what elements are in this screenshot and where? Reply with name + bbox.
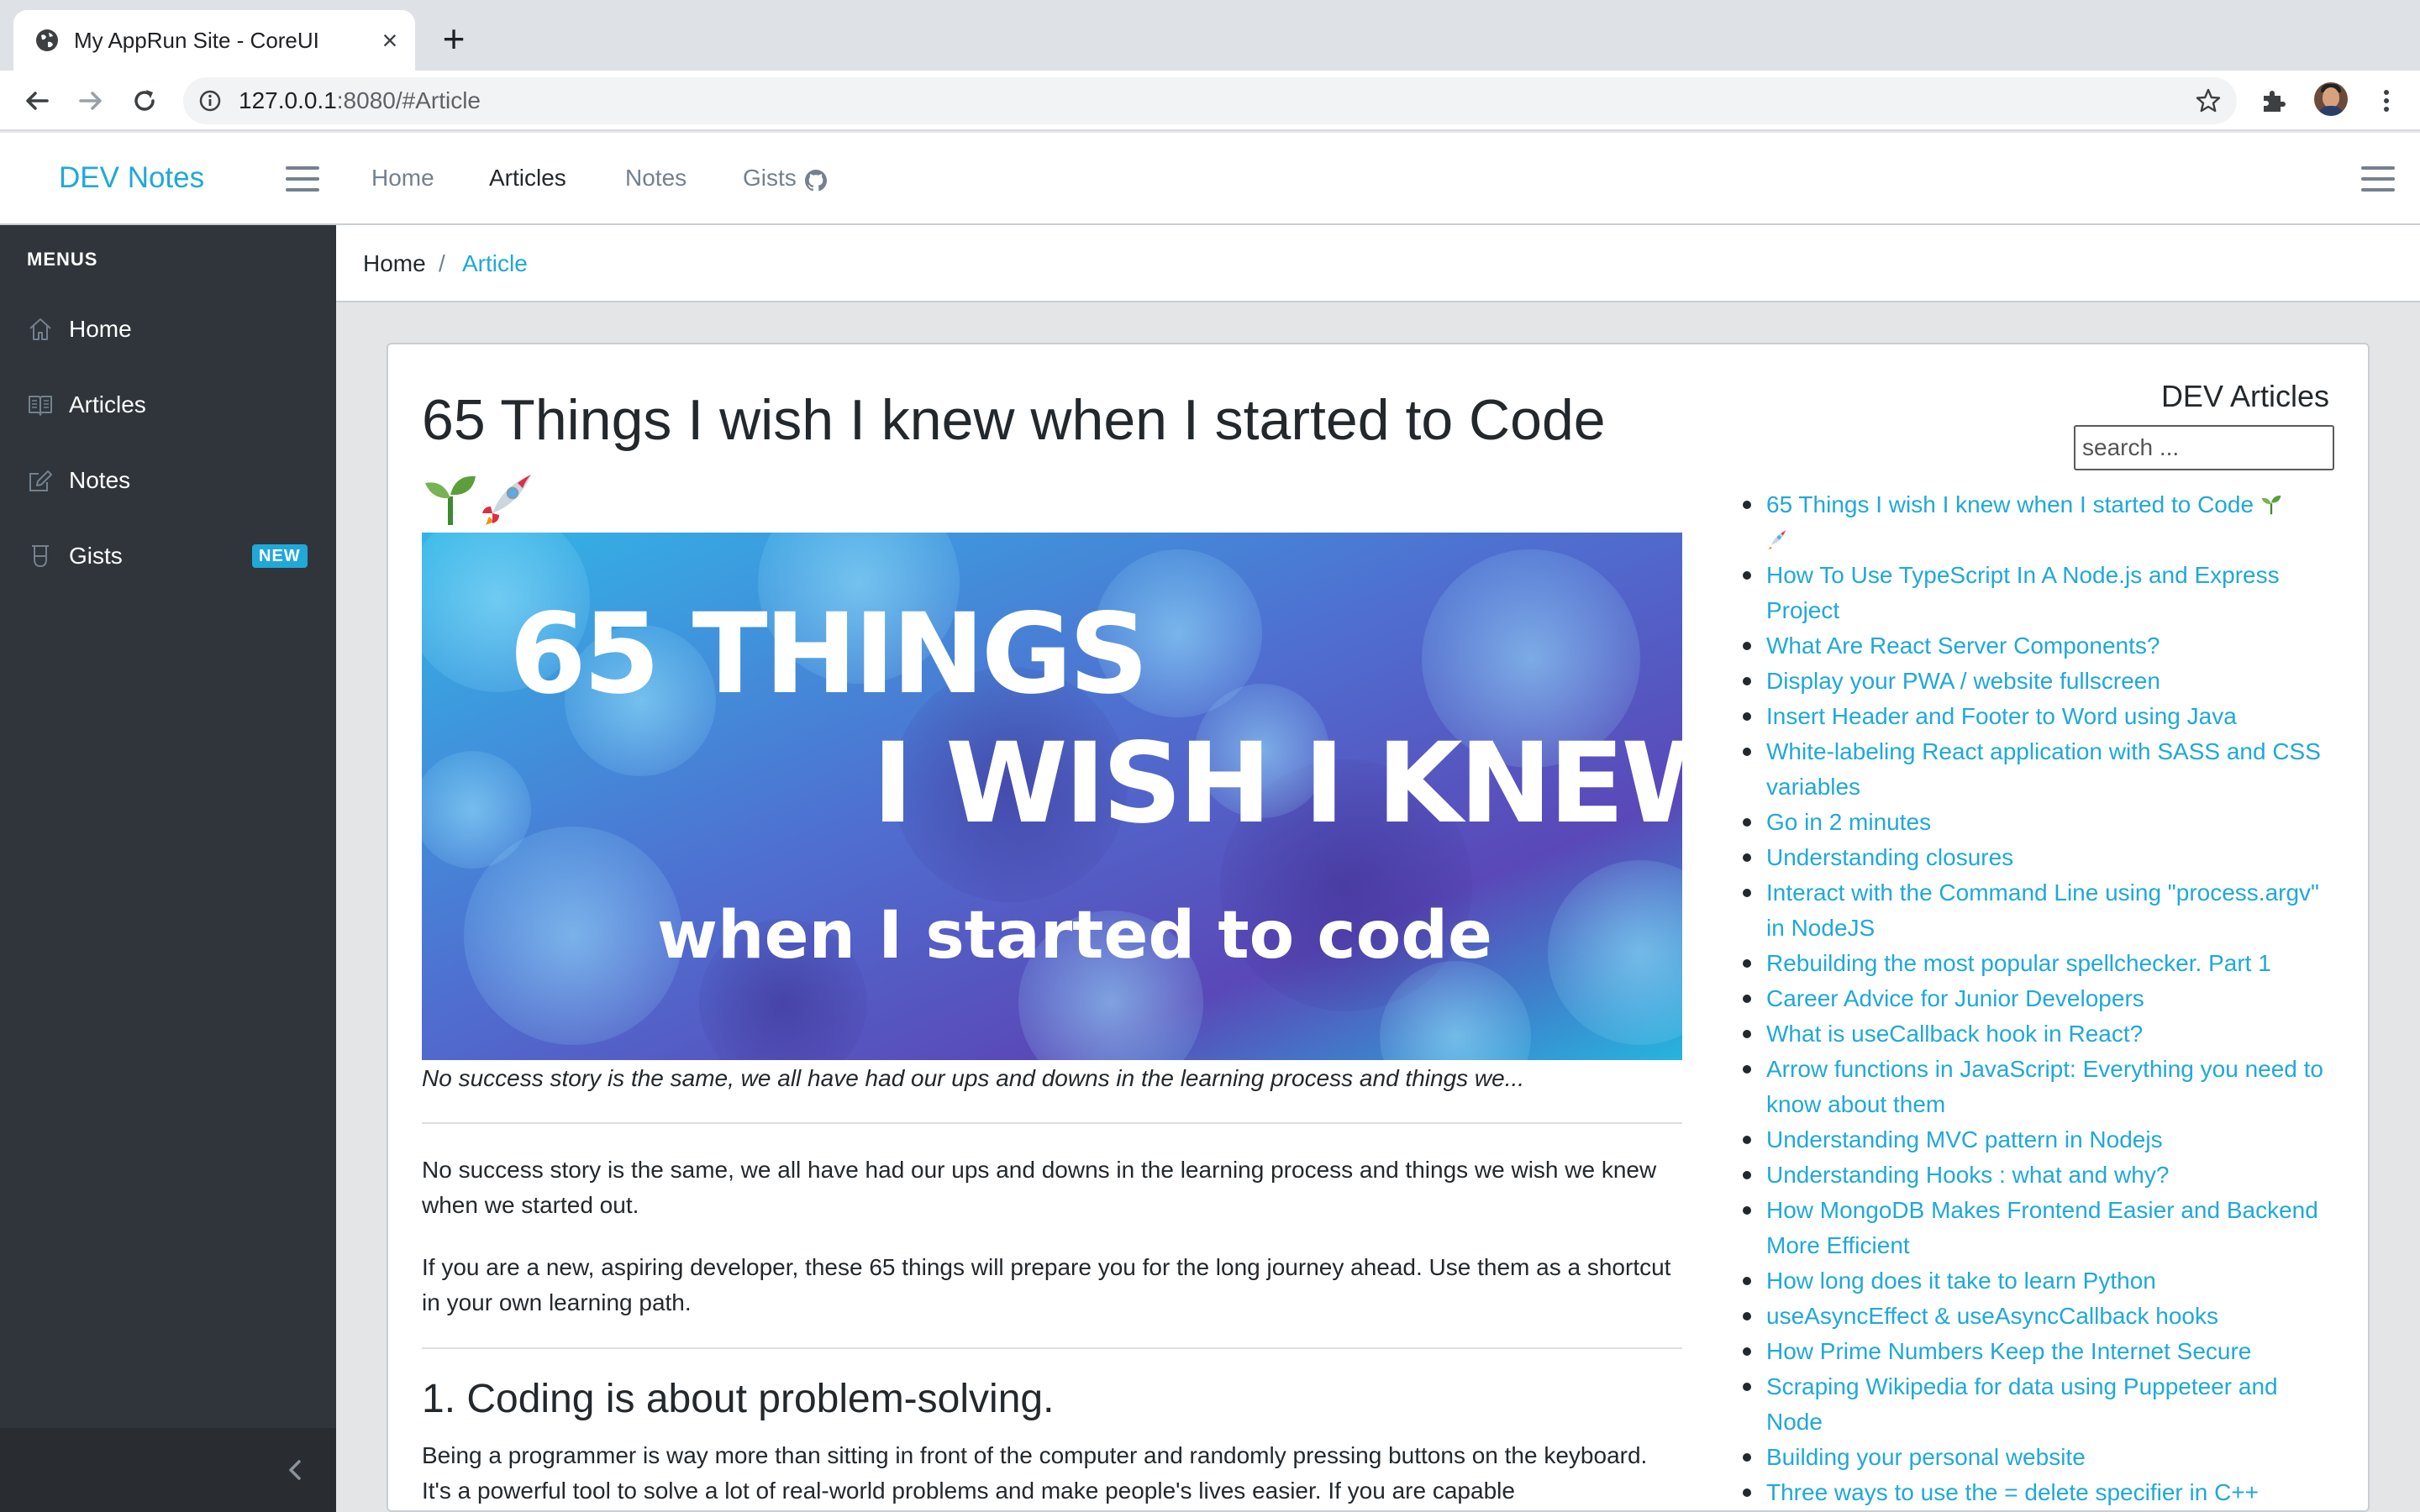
hero-line1: 65 THINGS [509,590,1145,719]
nav-gists[interactable]: Gists [743,163,797,193]
bookmark-star-icon[interactable] [2195,87,2222,114]
article-link[interactable]: Three ways to use the = delete specifier… [1734,1475,2339,1510]
image-caption: No success story is the same, we all hav… [422,1065,1525,1091]
article-link[interactable]: Understanding closures [1734,840,2339,875]
section-heading: 1. Coding is about problem-solving. [422,1377,1055,1421]
breadcrumb-separator: / [439,250,445,276]
sidebar-item-label: Gists [69,543,123,569]
nav-articles[interactable]: Articles [489,163,566,193]
breadcrumb: Home / Article [336,225,2420,302]
new-badge: NEW [252,544,308,568]
article-link[interactable]: How long does it take to learn Python [1734,1263,2339,1299]
article-link[interactable]: useAsyncEffect & useAsyncCallback hooks [1734,1299,2339,1334]
article-link[interactable]: Rebuilding the most popular spellchecker… [1734,946,2339,981]
globe-icon [36,29,58,51]
sidebar-item-label: Articles [69,391,146,417]
sidebar-item-label: Home [69,316,132,342]
sidebar-item-notes[interactable]: Notes [0,447,336,514]
article-link[interactable]: 65 Things I wish I knew when I started t… [1734,487,2339,558]
brand-logo[interactable]: DEV Notes [59,160,204,197]
reload-icon[interactable] [129,86,160,116]
browser-tab[interactable]: My AppRun Site - CoreUI × [13,10,415,71]
article-link[interactable]: Insert Header and Footer to Word using J… [1734,699,2339,734]
sidebar-item-gists[interactable]: Gists NEW [0,522,336,590]
github-icon [805,170,827,192]
sidebar-minimizer[interactable] [0,1428,336,1512]
tab-title: My AppRun Site - CoreUI [74,28,319,53]
book-icon [29,396,52,416]
dev-articles-title: DEV Articles [2160,379,2329,413]
sidebar-item-home[interactable]: Home [0,296,336,363]
forward-arrow-icon[interactable] [76,86,106,116]
rocket-icon [1766,527,1788,553]
article-link[interactable]: Understanding Hooks : what and why? [1734,1158,2339,1193]
info-icon[interactable] [198,89,222,113]
rocket-icon [482,475,531,526]
article-link[interactable]: Scraping Wikipedia for data using Puppet… [1734,1369,2339,1440]
seedling-icon [2254,491,2282,517]
chevron-left-icon[interactable] [284,1458,308,1482]
url-text: 127.0.0.1:8080/#Article [239,87,481,113]
breadcrumb-home[interactable]: Home [363,249,426,279]
article-link[interactable]: How Prime Numbers Keep the Internet Secu… [1734,1334,2339,1369]
close-tab-icon[interactable]: × [376,27,403,54]
article-link[interactable]: White-labeling React application with SA… [1734,734,2339,805]
article-link[interactable]: How MongoDB Makes Frontend Easier and Ba… [1734,1193,2339,1263]
article-paragraph: Being a programmer is way more than sitt… [422,1442,1648,1504]
beaker-icon [32,545,49,568]
article-link[interactable]: What is useCallback hook in React? [1734,1016,2339,1052]
article-card: 65 Things I wish I knew when I started t… [387,343,2370,1512]
hero-line2: I WISH I KNEW [872,719,1682,848]
article-link[interactable]: Building your personal website [1734,1440,2339,1475]
sidebar-item-label: Notes [69,467,131,493]
pencil-square-icon [29,470,52,491]
breadcrumb-current[interactable]: Article [462,249,528,279]
divider [422,1347,1682,1349]
article-title: 65 Things I wish I knew when I started t… [422,383,1699,531]
article-link[interactable]: What Are React Server Components? [1734,628,2339,664]
article-link[interactable]: Interact with the Command Line using "pr… [1734,875,2339,946]
search-input[interactable] [2074,425,2334,470]
sidebar-toggle-icon[interactable] [286,166,319,192]
dev-articles-list: 65 Things I wish I knew when I started t… [1734,487,2339,1510]
address-bar[interactable]: 127.0.0.1:8080/#Article [183,77,2237,124]
new-tab-button[interactable]: + [435,19,472,59]
article-link[interactable]: Career Advice for Junior Developers [1734,981,2339,1016]
browser-toolbar: 127.0.0.1:8080/#Article [0,71,2420,131]
sidebar: MENUS Home Articles Notes Gists NEW [0,225,336,1512]
seedling-icon [425,475,476,526]
divider [422,1122,1682,1124]
home-icon [29,318,51,340]
nav-notes[interactable]: Notes [625,163,687,193]
article-link[interactable]: How To Use TypeScript In A Node.js and E… [1734,558,2339,628]
profile-avatar[interactable] [2314,82,2348,116]
article-link[interactable]: Arrow functions in JavaScript: Everythin… [1734,1052,2339,1122]
hero-line3: when I started to code [657,898,1492,974]
hero-image: 65 THINGS I WISH I KNEW when I started t… [422,533,1682,1060]
article-paragraph: If you are a new, aspiring developer, th… [422,1254,1671,1315]
aside-menu-toggle-icon[interactable] [2361,166,2395,192]
article-link[interactable]: Understanding MVC pattern in Nodejs [1734,1122,2339,1158]
back-arrow-icon[interactable] [22,86,52,116]
article-paragraph: No success story is the same, we all hav… [422,1157,1657,1218]
sidebar-item-articles[interactable]: Articles [0,371,336,438]
extensions-puzzle-icon[interactable] [2259,86,2289,116]
app-header: DEV Notes Home Articles Notes Gists [0,133,2420,225]
hero-bokeh-graphic: 65 THINGS I WISH I KNEW when I started t… [422,533,1682,1060]
browser-tabstrip: My AppRun Site - CoreUI × + [0,0,2420,71]
article-link[interactable]: Display your PWA / website fullscreen [1734,664,2339,699]
more-menu-icon[interactable] [2371,86,2402,116]
sidebar-title: MENUS [27,249,98,270]
article-link[interactable]: Go in 2 minutes [1734,805,2339,840]
nav-home[interactable]: Home [371,163,434,193]
